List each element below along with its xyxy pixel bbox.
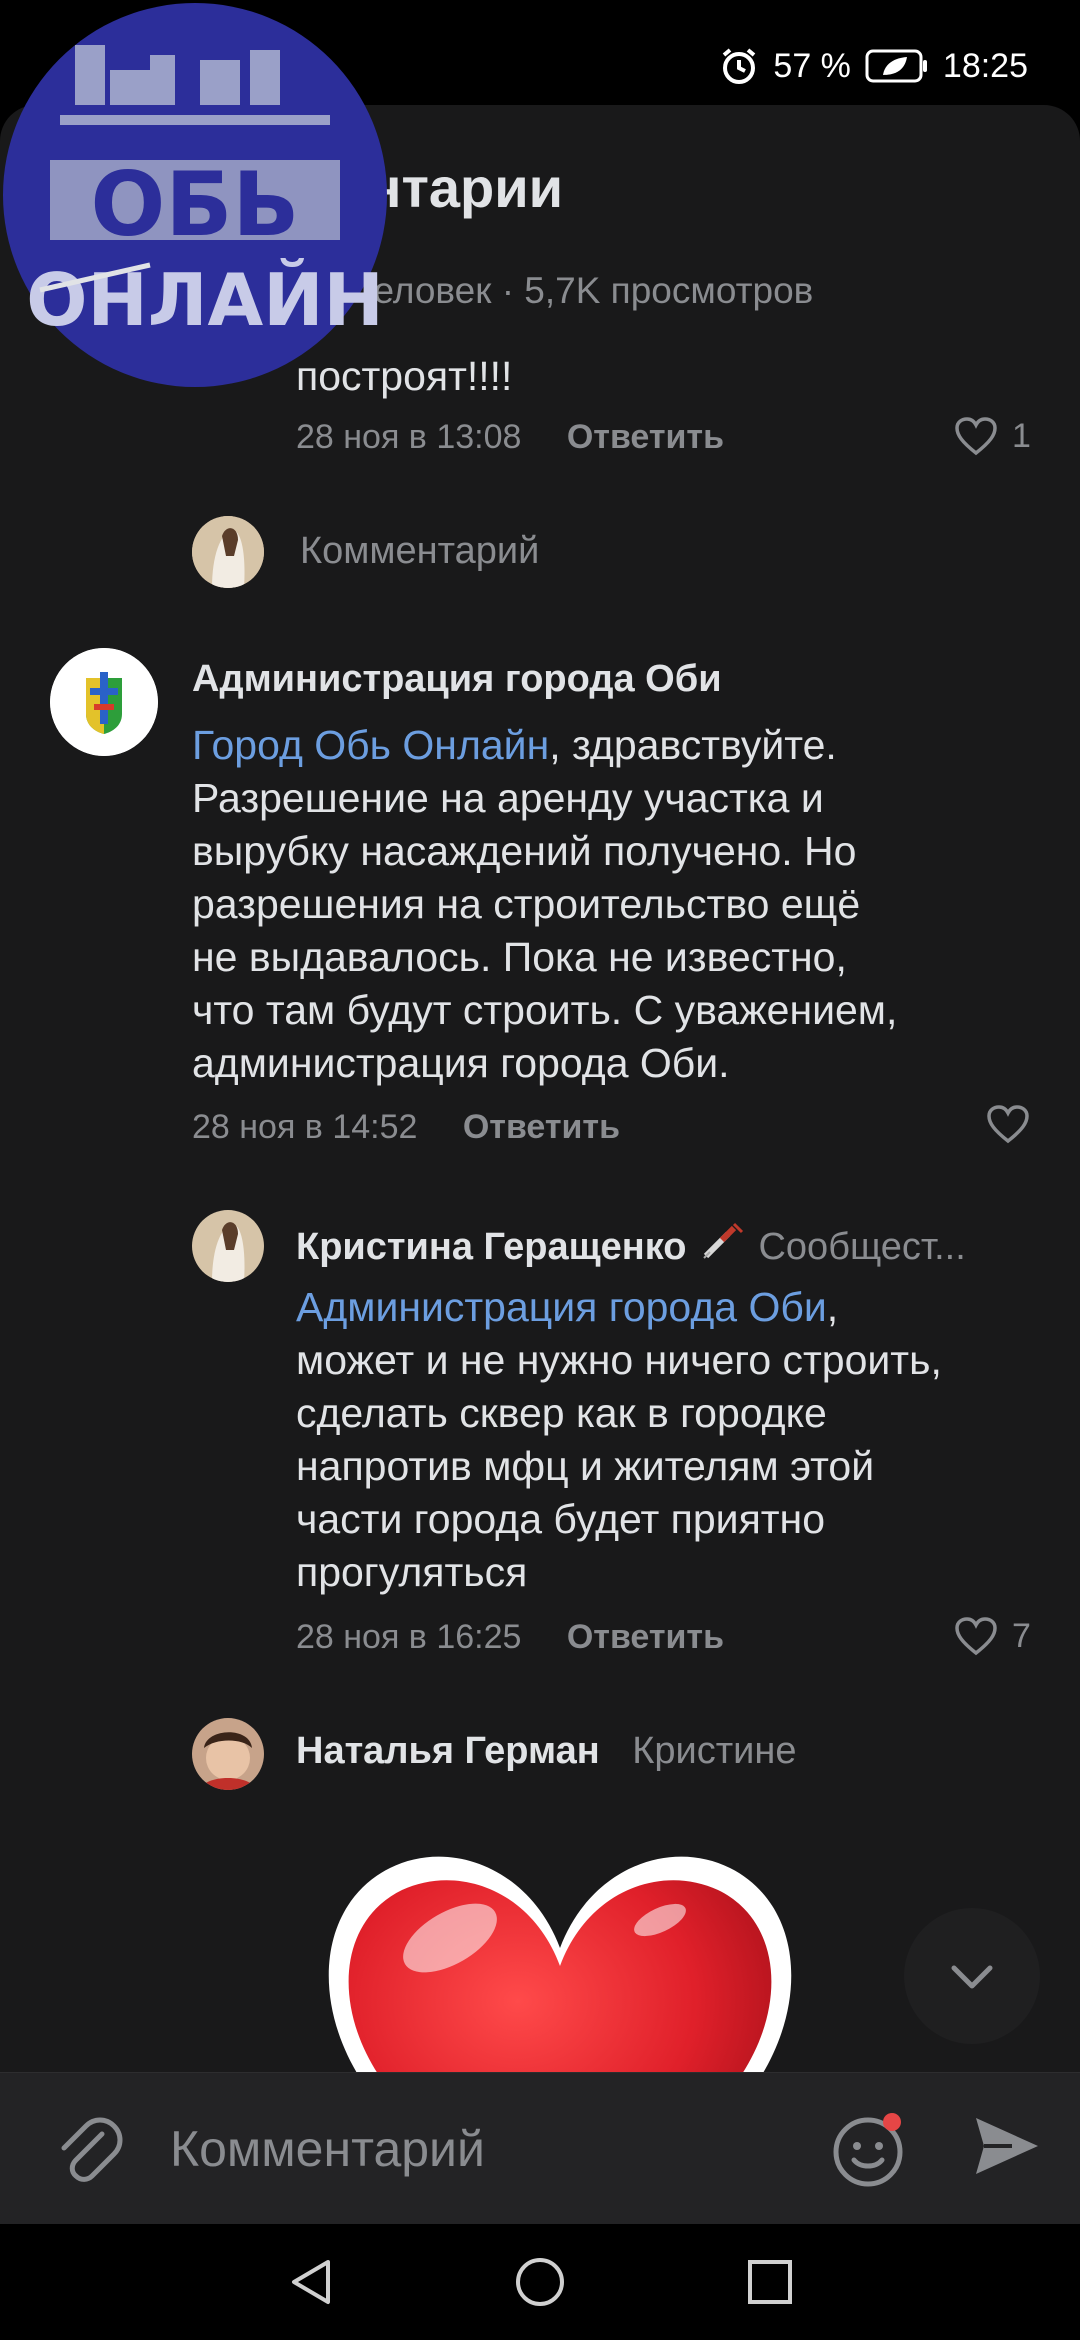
nav-home-button[interactable]	[512, 2254, 568, 2315]
like-button[interactable]	[986, 1104, 1030, 1144]
comment-line: не выдавалось. Пока не известно,	[192, 934, 847, 980]
nav-recents-button[interactable]	[742, 2254, 798, 2315]
reply-to-label: Кристине	[632, 1730, 797, 1772]
comment-line: сделать сквер как в городке	[296, 1390, 827, 1436]
comment-body: Администрация города Оби, может и не нуж…	[296, 1281, 1056, 1599]
send-button[interactable]	[968, 2108, 1044, 2189]
logo-text-online: ОНЛАЙН	[26, 258, 384, 342]
comment-meta: 28 ноя в 16:25 Ответить	[296, 1618, 724, 1657]
comment-meta: 28 ноя в 14:52 Ответить	[192, 1108, 620, 1147]
paperclip-icon	[61, 2117, 123, 2182]
community-label: Сообщест...	[758, 1225, 966, 1268]
comment-author-row: Кристина Геращенко Сообщест...	[296, 1222, 966, 1272]
comment-date: 28 ноя в 14:52	[192, 1108, 418, 1146]
like-button[interactable]: 7	[954, 1616, 1031, 1656]
comment-text-tail: построят!!!!	[296, 353, 513, 399]
battery-icon	[865, 49, 929, 83]
comment-body: Город Обь Онлайн, здравствуйте. Разрешен…	[192, 719, 1052, 1090]
comment-line: администрация города Оби.	[192, 1040, 730, 1086]
battery-percent: 57 %	[773, 46, 851, 85]
reply-button[interactable]: Ответить	[567, 1618, 724, 1656]
comment-date: 28 ноя в 16:25	[296, 1618, 522, 1656]
like-count: 7	[1012, 1616, 1031, 1655]
comment-author[interactable]: Администрация города Оби	[192, 658, 722, 701]
logo-text-obi: ОБЬ	[91, 153, 300, 256]
like-button[interactable]: 1	[954, 416, 1031, 456]
heart-outline-icon	[955, 1617, 997, 1656]
comment-line: , здравствуйте.	[549, 722, 837, 768]
reply-button[interactable]: Ответить	[463, 1108, 620, 1146]
attach-button[interactable]	[50, 2112, 126, 2193]
recents-square-icon	[748, 2260, 792, 2304]
comment-line: что там будут строить. С уважением,	[192, 987, 898, 1033]
comment-line: разрешения на строительство ещё	[192, 881, 861, 927]
reply-comment-input[interactable]: Комментарий	[300, 530, 539, 573]
avatar	[192, 1210, 264, 1282]
comment-line: вырубку насаждений получено. Но	[192, 828, 857, 874]
comment-line: части города будет приятно	[296, 1496, 825, 1542]
send-icon	[976, 2118, 1038, 2174]
heart-outline-icon	[955, 417, 997, 456]
scroll-down-button[interactable]	[904, 1908, 1040, 2044]
avatar	[50, 648, 158, 756]
comment-line: напротив мфц и жителям этой	[296, 1443, 875, 1489]
reply-button[interactable]: Ответить	[567, 418, 724, 456]
back-triangle-icon	[292, 2260, 330, 2304]
syringe-icon	[700, 1222, 744, 1272]
like-count: 1	[1012, 416, 1031, 455]
coat-of-arms-icon	[50, 648, 158, 756]
nav-back-button[interactable]	[284, 2254, 340, 2315]
comment-author[interactable]: Кристина Геращенко	[296, 1226, 686, 1269]
status-indicators: 57 % 18:25	[719, 44, 1028, 88]
obi-online-logo: ОБЬ ОНЛАЙН	[0, 0, 390, 390]
avatar	[192, 1718, 264, 1790]
comment-line: ,	[826, 1284, 839, 1330]
emoji-button[interactable]	[828, 2108, 912, 2197]
heart-outline-icon	[987, 1105, 1029, 1144]
emoji-icon	[833, 2113, 903, 2187]
comment-input[interactable]: Комментарий	[170, 2120, 485, 2178]
avatar	[192, 516, 264, 588]
comment-line: Разрешение на аренду участка и	[192, 775, 824, 821]
comment-author-row: Наталья Герман Кристине	[296, 1730, 797, 1773]
home-circle-icon	[516, 2258, 564, 2306]
chevron-down-icon	[951, 1965, 993, 1989]
comment-meta: 28 ноя в 13:08 Ответить	[296, 418, 724, 457]
compose-bar	[0, 2072, 1080, 2225]
mention-link[interactable]: Город Обь Онлайн	[192, 722, 549, 768]
comment-date: 28 ноя в 13:08	[296, 418, 522, 456]
comment-line: прогуляться	[296, 1549, 528, 1595]
mention-link[interactable]: Администрация города Оби	[296, 1284, 827, 1330]
alarm-icon	[719, 46, 759, 86]
comment-author[interactable]: Наталья Герман	[296, 1730, 600, 1772]
status-time: 18:25	[942, 46, 1028, 85]
comment-line: может и не нужно ничего строить,	[296, 1337, 942, 1383]
